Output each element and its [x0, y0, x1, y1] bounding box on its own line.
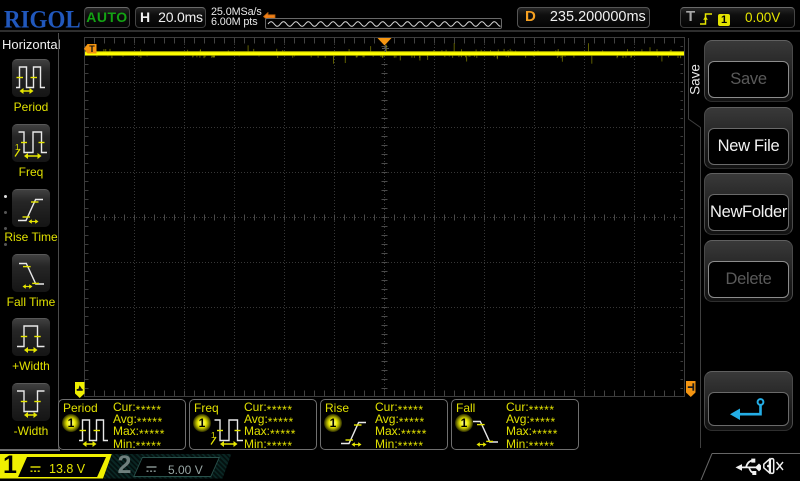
- svg-text:T: T: [89, 44, 95, 54]
